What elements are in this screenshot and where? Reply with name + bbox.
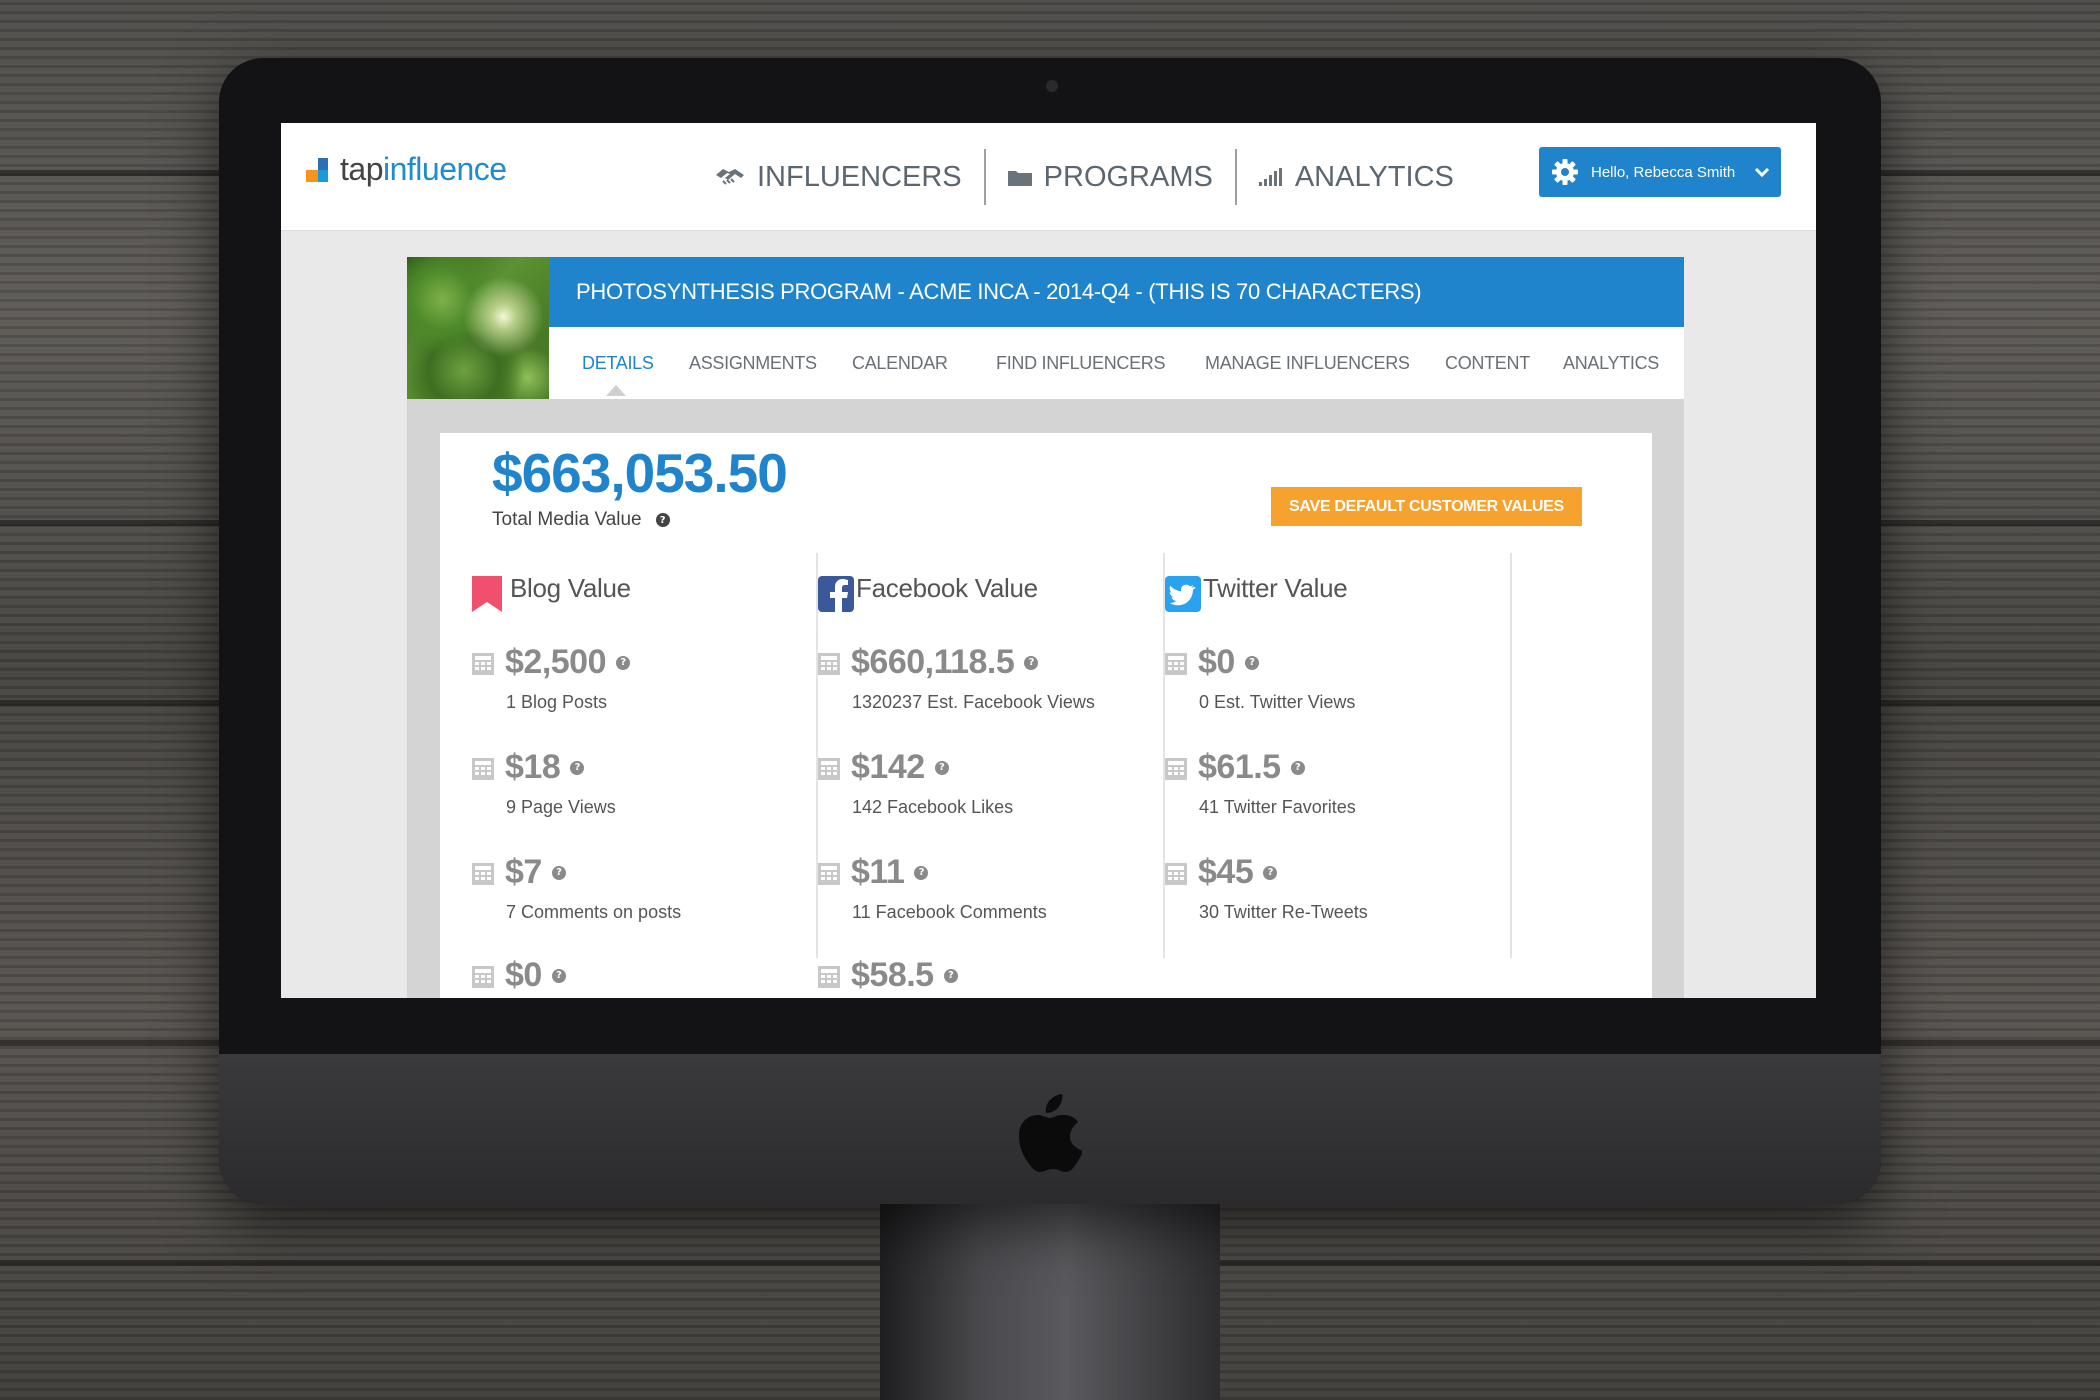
help-icon[interactable]: ? xyxy=(551,865,566,880)
help-icon[interactable]: ? xyxy=(655,513,670,527)
metric-value: $11 xyxy=(851,853,905,891)
metric-value: $0 xyxy=(1198,643,1235,681)
tab-analytics[interactable]: ANALYTICS xyxy=(1563,353,1659,374)
facebook-value-column: Facebook Value $660,118.5? 1320237 Est. … xyxy=(786,553,1131,998)
nav-programs-label: PROGRAMS xyxy=(1043,160,1213,193)
gear-icon xyxy=(1552,159,1578,185)
nav-analytics[interactable]: ANALYTICS xyxy=(1237,161,1476,194)
camera xyxy=(1046,80,1058,92)
help-icon[interactable]: ? xyxy=(914,865,929,880)
help-icon[interactable]: ? xyxy=(1290,760,1305,775)
total-media-value-label: Total Media Value ? xyxy=(492,509,670,531)
calculator-icon xyxy=(1165,653,1187,675)
save-default-values-button[interactable]: SAVE DEFAULT CUSTOMER VALUES xyxy=(1271,487,1582,526)
tab-calendar[interactable]: CALENDAR xyxy=(852,353,948,374)
signal-bars-icon xyxy=(1258,168,1282,186)
calculator-icon xyxy=(818,863,840,885)
total-label-text: Total Media Value xyxy=(492,509,642,530)
help-icon[interactable]: ? xyxy=(570,760,585,775)
metric-description: 9 Page Views xyxy=(506,797,616,817)
metric-value: $142 xyxy=(851,748,925,786)
program-thumbnail xyxy=(407,257,549,399)
handshake-icon xyxy=(716,169,744,185)
help-icon[interactable]: ? xyxy=(1263,865,1278,880)
user-greeting: Hello, Rebecca Smith xyxy=(1591,163,1736,181)
metric-description: 11 Facebook Comments xyxy=(852,902,1047,922)
nav-programs[interactable]: PROGRAMS xyxy=(986,161,1235,194)
metric-description: 30 Twitter Re-Tweets xyxy=(1199,902,1368,922)
user-menu-button[interactable]: Hello, Rebecca Smith xyxy=(1539,147,1781,197)
program-title: PHOTOSYNTHESIS PROGRAM - ACME INCA - 201… xyxy=(549,257,1684,327)
twitter-icon xyxy=(1165,576,1201,612)
media-value-card: $663,053.50 Total Media Value ? SAVE DEF… xyxy=(440,433,1652,998)
twitter-value-title: Twitter Value xyxy=(1203,573,1348,603)
tapinfluence-logo[interactable]: tapinfluence xyxy=(306,151,507,188)
metric-value: $7 xyxy=(505,853,542,891)
tab-content[interactable]: CONTENT xyxy=(1445,353,1530,374)
calculator-icon xyxy=(818,758,840,780)
metric-value: $2,500 xyxy=(505,643,607,681)
calculator-icon xyxy=(818,966,840,988)
calculator-icon xyxy=(1165,758,1187,780)
metric-description: 1320237 Est. Facebook Views xyxy=(852,692,1095,712)
blog-value-title: Blog Value xyxy=(510,573,631,603)
help-icon[interactable]: ? xyxy=(551,968,566,983)
total-media-value: $663,053.50 xyxy=(492,442,788,504)
help-icon[interactable]: ? xyxy=(1244,655,1259,670)
metric-value: $61.5 xyxy=(1198,748,1281,786)
imac-stand xyxy=(880,1204,1220,1400)
metric-description: 7 Comments on posts xyxy=(506,902,682,922)
nav-influencers[interactable]: INFLUENCERS xyxy=(693,161,984,194)
logo-mark-icon xyxy=(306,156,334,184)
metric-value: $58.5 xyxy=(851,956,934,994)
facebook-icon xyxy=(818,576,854,612)
tab-manage-influencers[interactable]: MANAGE INFLUENCERS xyxy=(1205,353,1410,374)
help-icon[interactable]: ? xyxy=(1024,655,1039,670)
help-icon[interactable]: ? xyxy=(934,760,949,775)
calculator-icon xyxy=(472,863,494,885)
tab-details[interactable]: DETAILS xyxy=(582,353,654,374)
calculator-icon xyxy=(472,966,494,988)
nav-influencers-label: INFLUENCERS xyxy=(757,160,962,193)
logo-text: tapinfluence xyxy=(340,151,507,187)
metric-description: 1 Blog Posts xyxy=(506,692,608,712)
nav-analytics-label: ANALYTICS xyxy=(1294,160,1454,193)
bookmark-icon xyxy=(472,576,502,612)
metric-description: 41 Twitter Favorites xyxy=(1199,797,1356,817)
calculator-icon xyxy=(818,653,840,675)
calculator-icon xyxy=(472,653,494,675)
help-icon[interactable]: ? xyxy=(943,968,958,983)
chevron-down-icon xyxy=(1754,167,1770,178)
column-divider xyxy=(1510,553,1512,958)
metric-description: 142 Facebook Likes xyxy=(852,797,1014,817)
metric-description: 0 Est. Twitter Views xyxy=(1199,692,1356,712)
active-tab-caret xyxy=(606,385,626,396)
tab-find-influencers[interactable]: FIND INFLUENCERS xyxy=(996,353,1166,374)
metric-value: $18 xyxy=(505,748,561,786)
twitter-value-column: Twitter Value $0? 0 Est. Twitter Views $… xyxy=(1133,553,1478,998)
program-tabs: DETAILS ASSIGNMENTS CALENDAR FIND INFLUE… xyxy=(549,327,1684,399)
folder-icon xyxy=(1007,171,1032,186)
metric-value: $0 xyxy=(505,956,542,994)
apple-logo-icon xyxy=(1019,1094,1082,1172)
imac-chin xyxy=(219,1054,1881,1204)
blog-value-column: Blog Value $2,500? 1 Blog Posts $18? 9 P… xyxy=(440,553,785,998)
app-screen: tapinfluence INFLUENCERS PROGRAMS ANALYT… xyxy=(281,123,1816,998)
top-navbar: tapinfluence INFLUENCERS PROGRAMS ANALYT… xyxy=(281,123,1816,231)
calculator-icon xyxy=(1165,863,1187,885)
help-icon[interactable]: ? xyxy=(616,655,630,670)
main-nav: INFLUENCERS PROGRAMS ANALYTICS xyxy=(693,149,1476,205)
tab-assignments[interactable]: ASSIGNMENTS xyxy=(689,353,817,374)
calculator-icon xyxy=(472,758,494,780)
facebook-value-title: Facebook Value xyxy=(856,573,1038,603)
metric-value: $45 xyxy=(1198,853,1254,891)
metric-value: $660,118.5 xyxy=(851,643,1015,681)
